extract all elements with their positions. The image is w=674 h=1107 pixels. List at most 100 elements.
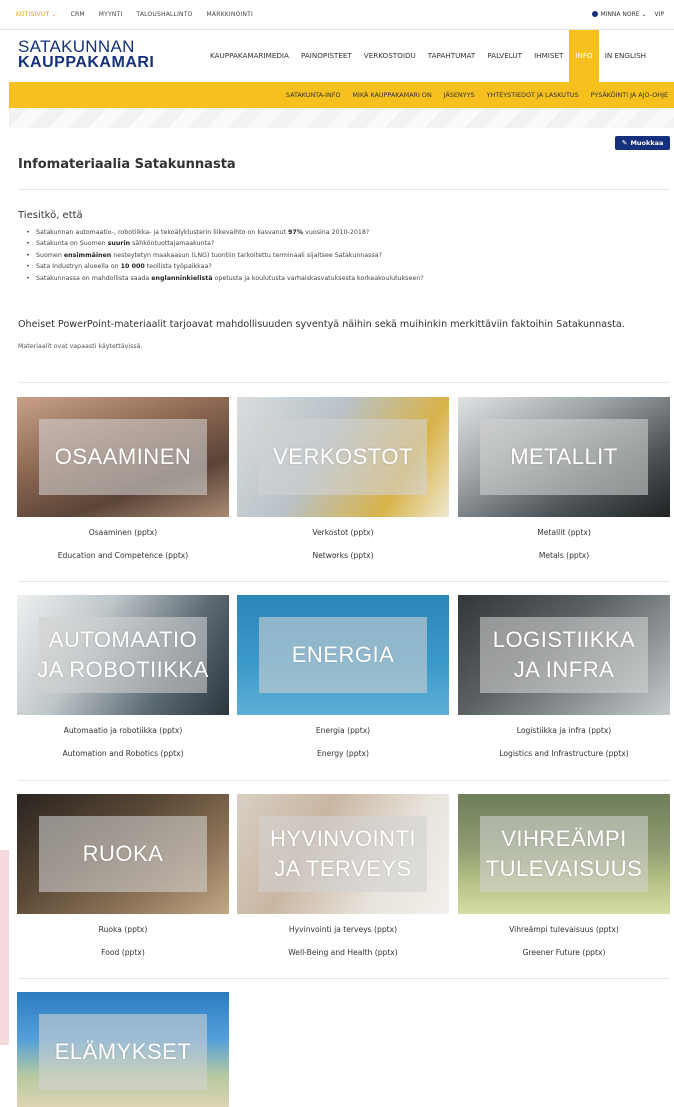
user-menu[interactable]: MINNA NORE ⌄ [592,11,647,18]
fact-item: Satakunnan automaatio-, robotiikka- ja t… [26,227,424,239]
tile-label: VERKOSTOT [273,444,413,469]
tile-ruoka: RUOKA Ruoka (pptx) Food (pptx) [17,794,229,957]
download-link-fi[interactable]: Vihreämpi tulevaisuus (pptx) [458,925,670,934]
user-icon [592,11,599,17]
site-header: SATAKUNNAN KAUPPAKAMARI KAUPPAKAMARIMEDI… [0,30,674,82]
subnav-item-pysakointi[interactable]: PYSÄKÖINTI JA AJO-OHJE [591,91,668,99]
intro-text: Oheiset PowerPoint-materiaalit tarjoavat… [18,319,625,330]
fact-item: Suomen ensimmäinen nesteytetyn maakaasun… [26,250,424,262]
top-link-crm[interactable]: CRM [71,11,85,18]
subnav-item-mika-kauppakamari-on[interactable]: MIKÄ KAUPPAKAMARI ON [353,91,432,99]
download-link-en[interactable]: Metals (pptx) [458,551,670,560]
nav-item-ihmiset[interactable]: IHMISET [528,30,569,82]
pencil-icon: ✎ [621,139,628,147]
facts-title: Tiesitkö, että [18,210,83,221]
logo-line-2: KAUPPAKAMARI [18,54,155,71]
download-link-en[interactable]: Networks (pptx) [237,551,449,560]
divider [18,978,670,979]
tile-label: LOGISTIIKKA JA INFRA [492,627,636,682]
top-utility-bar: KOTISIVUT ⌄ CRM MYYNTI TALOUSHALLINTO MA… [0,0,674,30]
tile-image[interactable]: AUTOMAATIO JA ROBOTIIKKA [17,595,229,715]
tile-label: RUOKA [82,841,164,866]
divider [18,581,670,582]
divider [18,780,670,781]
note-text: Materiaalit ovat vapaasti käytettävissä. [18,343,143,350]
download-link-en[interactable]: Automation and Robotics (pptx) [17,749,229,758]
tile-image[interactable]: METALLIT [458,397,670,517]
tile-label: ELÄMYKSET [54,1039,192,1064]
nav-item-info[interactable]: INFO [569,30,599,82]
nav-item-verkostoidu[interactable]: VERKOSTOIDU [358,30,422,82]
download-link-en[interactable]: Food (pptx) [17,948,229,957]
tile-automaatio: AUTOMAATIO JA ROBOTIIKKA Automaatio ja r… [17,595,229,758]
tile-label: VIHREÄMPI TULEVAISUUS [485,826,643,881]
site-logo[interactable]: SATAKUNNAN KAUPPAKAMARI [18,38,154,71]
top-link-taloushallinto[interactable]: TALOUSHALLINTO [136,11,192,18]
logo-line-1: SATAKUNNAN [18,37,135,56]
top-link-myynti[interactable]: MYYNTI [99,11,123,18]
edit-button-label: Muokkaa [630,139,664,147]
tile-image[interactable]: LOGISTIIKKA JA INFRA [458,595,670,715]
page-title: Infomateriaalia Satakunnasta [18,157,236,172]
fact-item: Sata Industryn alueella on 10 000 teolli… [26,261,424,273]
tile-label: HYVINVOINTI JA TERVEYS [269,826,417,881]
download-link-fi[interactable]: Automaatio ja robotiikka (pptx) [17,726,229,735]
tile-label: OSAAMINEN [54,444,192,469]
tile-osaaminen: OSAAMINEN Osaaminen (pptx) Education and… [17,397,229,560]
subnav-item-satakunta-info[interactable]: SATAKUNTA-INFO [286,91,341,99]
download-link-en[interactable]: Education and Competence (pptx) [17,551,229,560]
download-link-en[interactable]: Logistics and Infrastructure (pptx) [458,749,670,758]
tile-verkostot: VERKOSTOT Verkostot (pptx) Networks (ppt… [237,397,449,560]
fact-item: Satakunta on Suomen suurin sähköntuottaj… [26,238,424,250]
decorative-banner [9,108,674,128]
main-nav: KAUPPAKAMARIMEDIA PAINOPISTEET VERKOSTOI… [204,30,652,82]
left-accent-strip [0,850,9,1045]
top-link-markkinointi[interactable]: MARKKINOINTI [207,11,253,18]
tile-image[interactable]: VERKOSTOT [237,397,449,517]
tile-label: AUTOMAATIO JA ROBOTIIKKA [37,627,209,682]
download-link-en[interactable]: Well-Being and Health (pptx) [237,948,449,957]
download-link-fi[interactable]: Ruoka (pptx) [17,925,229,934]
vip-link[interactable]: VIP [655,11,665,18]
tile-image[interactable]: VIHREÄMPI TULEVAISUUS [458,794,670,914]
nav-item-painopisteet[interactable]: PAINOPISTEET [295,30,358,82]
user-name: MINNA NORE ⌄ [600,11,647,18]
tile-image[interactable]: OSAAMINEN [17,397,229,517]
tile-elamykset: ELÄMYKSET [17,992,229,1107]
nav-item-kauppakamarimedia[interactable]: KAUPPAKAMARIMEDIA [204,30,295,82]
user-area: MINNA NORE ⌄ VIP [592,11,664,18]
edit-button[interactable]: ✎ Muokkaa [615,136,670,150]
tile-label: ENERGIA [291,642,395,667]
download-link-en[interactable]: Energy (pptx) [237,749,449,758]
sub-nav-items: SATAKUNTA-INFO MIKÄ KAUPPAKAMARI ON JÄSE… [286,82,668,108]
tile-image[interactable]: RUOKA [17,794,229,914]
tile-image[interactable]: ENERGIA [237,595,449,715]
divider [18,189,670,190]
nav-item-tapahtumat[interactable]: TAPAHTUMAT [422,30,482,82]
download-link-fi[interactable]: Hyvinvointi ja terveys (pptx) [237,925,449,934]
tile-metallit: METALLIT Metallit (pptx) Metals (pptx) [458,397,670,560]
tile-label: METALLIT [510,444,618,469]
tile-logistiikka: LOGISTIIKKA JA INFRA Logistiikka ja infr… [458,595,670,758]
subnav-item-jasenyys[interactable]: JÄSENYYS [444,91,475,99]
tile-image[interactable]: ELÄMYKSET [17,992,229,1107]
top-link-kotisivut[interactable]: KOTISIVUT ⌄ [16,11,57,18]
download-link-fi[interactable]: Osaaminen (pptx) [17,528,229,537]
download-link-en[interactable]: Greener Future (pptx) [458,948,670,957]
tile-energia: ENERGIA Energia (pptx) Energy (pptx) [237,595,449,758]
nav-item-palvelut[interactable]: PALVELUT [481,30,528,82]
download-link-fi[interactable]: Metallit (pptx) [458,528,670,537]
tile-vihreampi: VIHREÄMPI TULEVAISUUS Vihreämpi tulevais… [458,794,670,957]
sub-nav: SATAKUNTA-INFO MIKÄ KAUPPAKAMARI ON JÄSE… [9,82,674,108]
top-links: KOTISIVUT ⌄ CRM MYYNTI TALOUSHALLINTO MA… [16,11,253,18]
tile-image[interactable]: HYVINVOINTI JA TERVEYS [237,794,449,914]
subnav-item-yhteystiedot[interactable]: YHTEYSTIEDOT JA LASKUTUS [487,91,579,99]
download-link-fi[interactable]: Logistiikka ja infra (pptx) [458,726,670,735]
divider [18,382,670,383]
tile-hyvinvointi: HYVINVOINTI JA TERVEYS Hyvinvointi ja te… [237,794,449,957]
nav-item-in-english[interactable]: IN ENGLISH [599,30,652,82]
facts-list: Satakunnan automaatio-, robotiikka- ja t… [26,227,424,284]
fact-item: Satakunnassa on mahdollista saada englan… [26,273,424,285]
download-link-fi[interactable]: Energia (pptx) [237,726,449,735]
download-link-fi[interactable]: Verkostot (pptx) [237,528,449,537]
